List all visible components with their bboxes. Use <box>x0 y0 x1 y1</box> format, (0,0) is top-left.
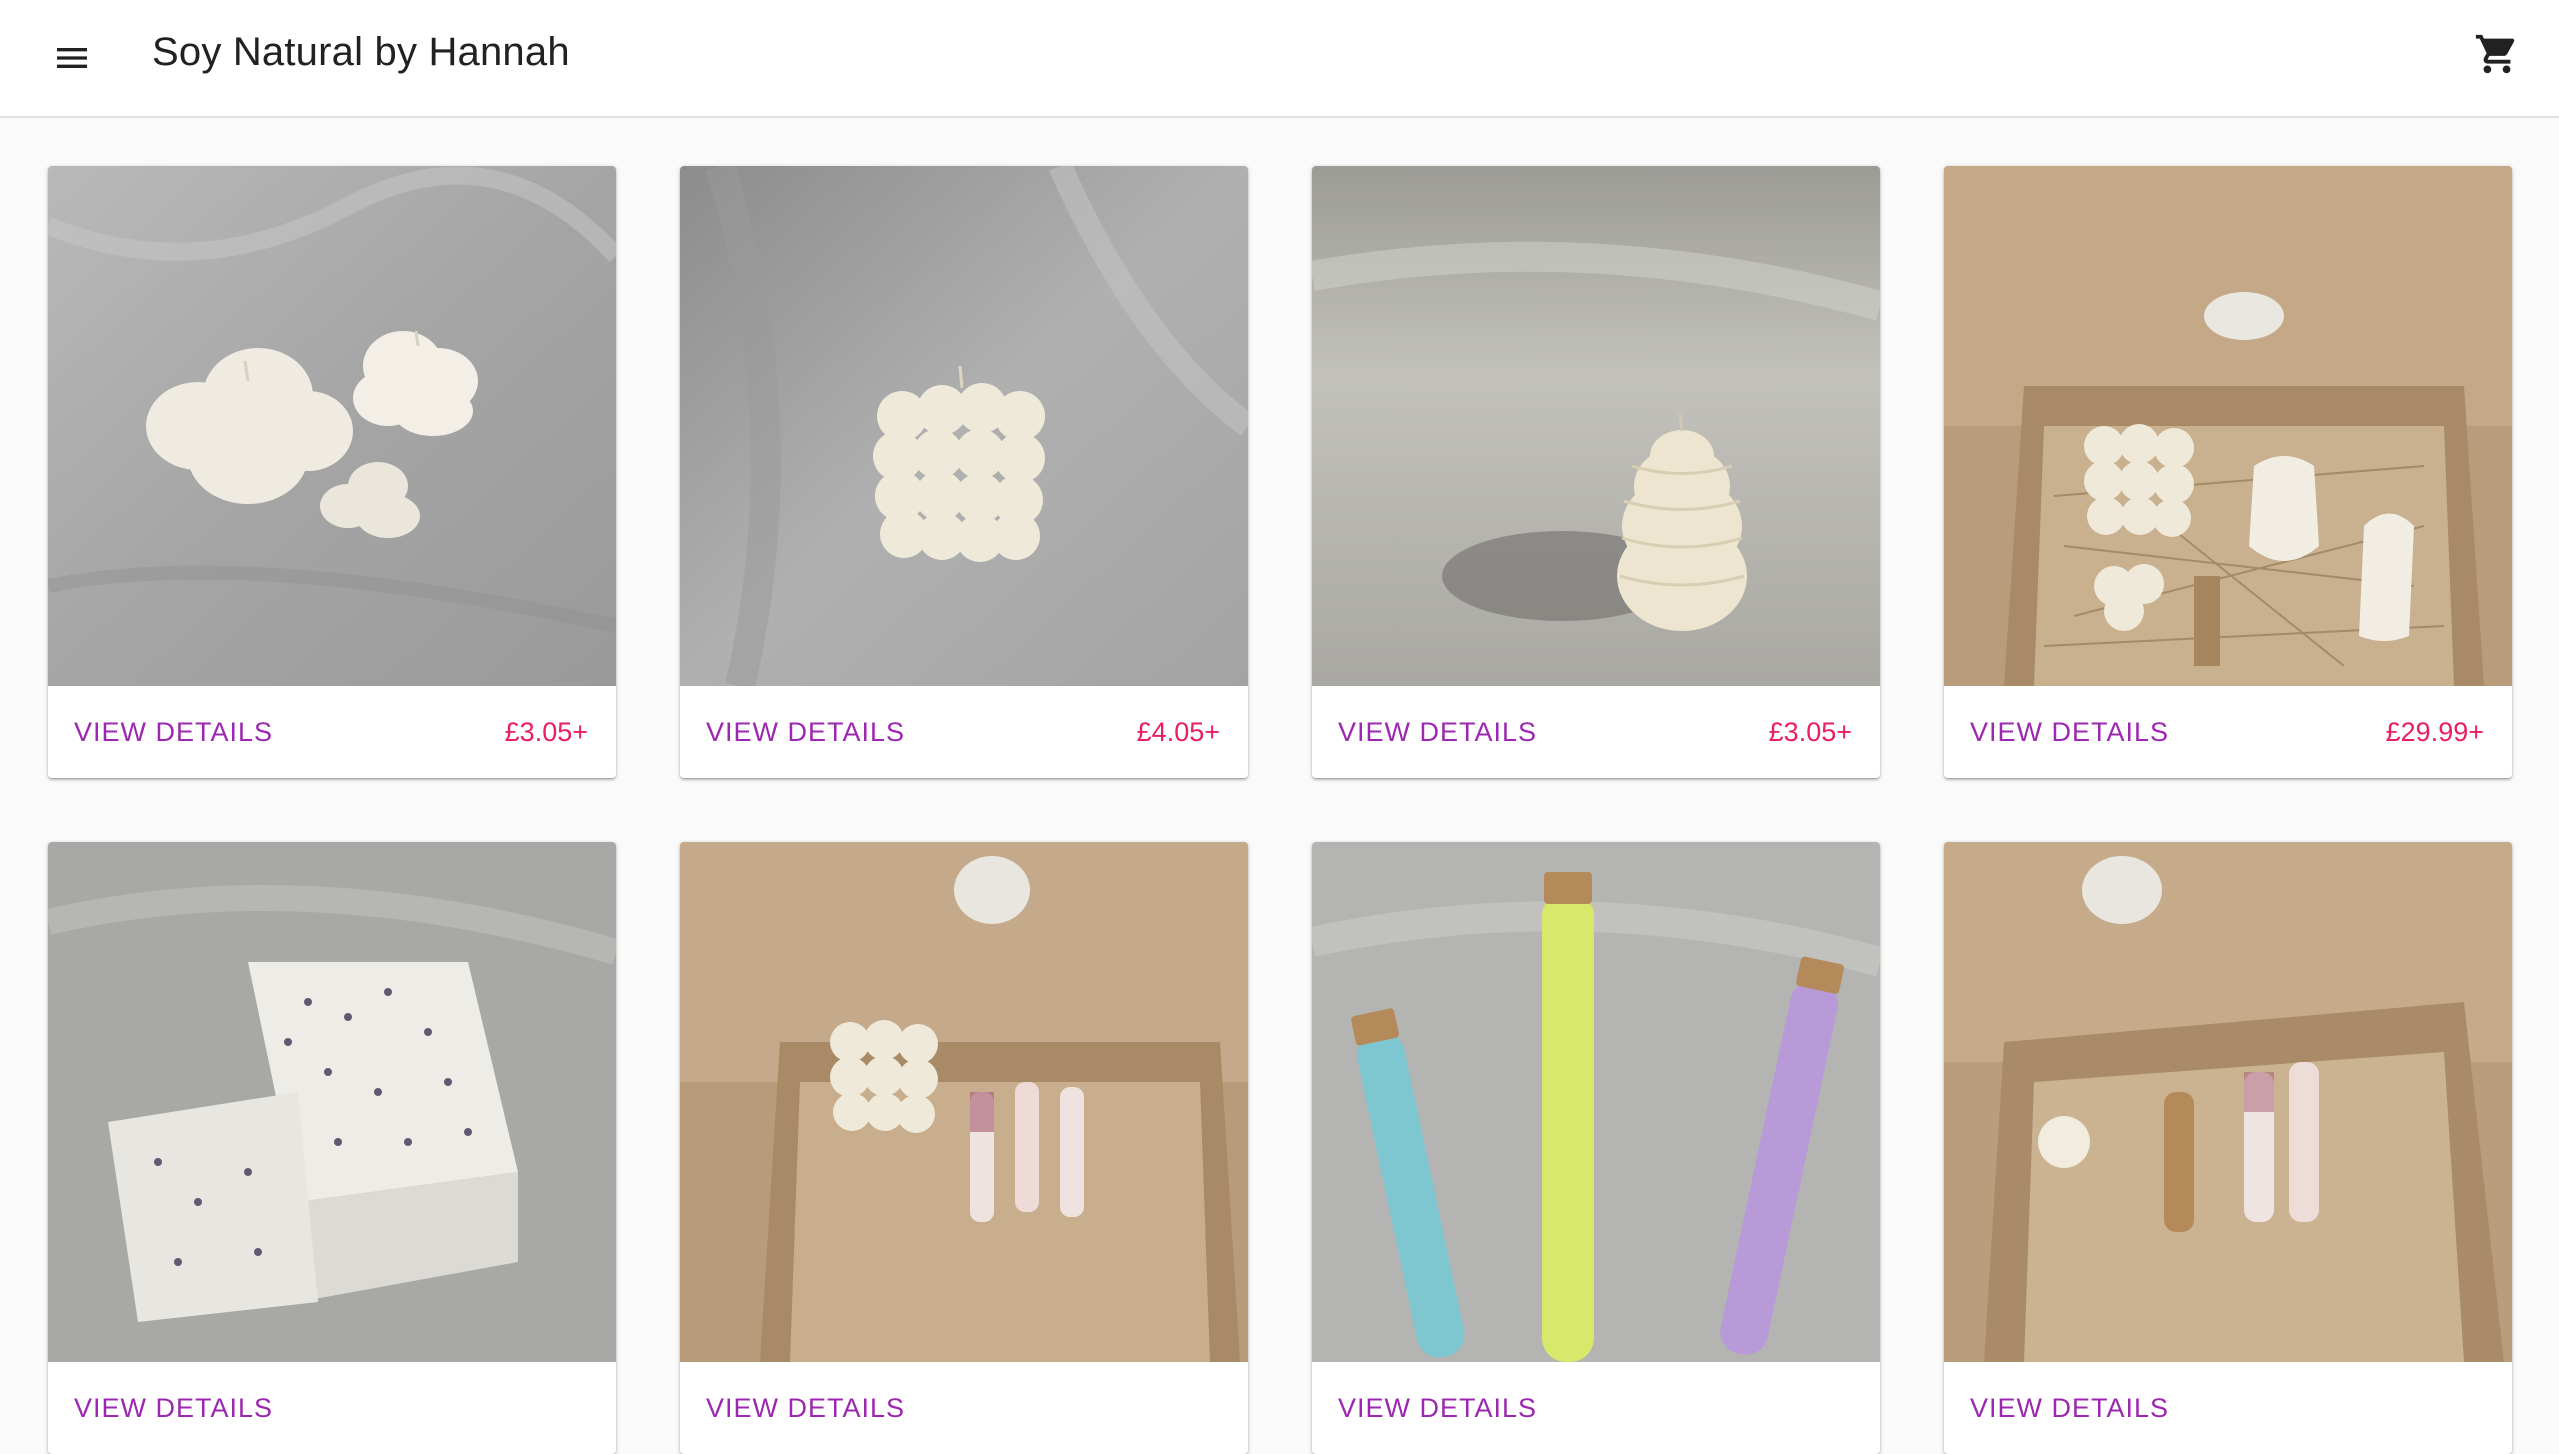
card-actions: VIEW DETAILS <box>1944 1362 2512 1454</box>
product-image[interactable] <box>1944 842 2512 1362</box>
view-details-button[interactable]: VIEW DETAILS <box>74 1385 273 1432</box>
card-actions: VIEW DETAILS <box>680 1362 1248 1454</box>
view-details-button[interactable]: VIEW DETAILS <box>1970 1385 2169 1432</box>
menu-button[interactable] <box>44 30 100 86</box>
card-actions: VIEW DETAILS £4.05+ <box>680 686 1248 778</box>
card-actions: VIEW DETAILS <box>48 1362 616 1454</box>
product-card: VIEW DETAILS £29.99+ <box>1944 166 2512 778</box>
product-price: £29.99+ <box>2385 716 2484 747</box>
product-image[interactable] <box>48 842 616 1362</box>
product-card: VIEW DETAILS £4.05+ <box>680 166 1248 778</box>
product-card: VIEW DETAILS £3.05+ <box>1312 166 1880 778</box>
product-image[interactable] <box>680 166 1248 686</box>
product-card: VIEW DETAILS <box>680 842 1248 1454</box>
product-card: VIEW DETAILS £3.05+ <box>48 166 616 778</box>
hamburger-menu-icon <box>57 48 87 68</box>
product-image[interactable] <box>680 842 1248 1362</box>
card-actions: VIEW DETAILS £3.05+ <box>48 686 616 778</box>
product-image[interactable] <box>1944 166 2512 686</box>
shopping-cart-icon <box>2475 34 2515 74</box>
product-card: VIEW DETAILS <box>48 842 616 1454</box>
view-details-button[interactable]: VIEW DETAILS <box>1970 709 2169 756</box>
view-details-button[interactable]: VIEW DETAILS <box>706 709 905 756</box>
product-card: VIEW DETAILS <box>1944 842 2512 1454</box>
product-image[interactable] <box>48 166 616 686</box>
view-details-button[interactable]: VIEW DETAILS <box>1338 709 1537 756</box>
card-actions: VIEW DETAILS £29.99+ <box>1944 686 2512 778</box>
product-card: VIEW DETAILS <box>1312 842 1880 1454</box>
site-title: Soy Natural by Hannah <box>152 30 570 74</box>
product-image[interactable] <box>1312 166 1880 686</box>
product-price: £4.05+ <box>1136 716 1220 747</box>
view-details-button[interactable]: VIEW DETAILS <box>74 709 273 756</box>
cart-button[interactable] <box>2469 26 2525 82</box>
product-price: £3.05+ <box>1768 716 1852 747</box>
view-details-button[interactable]: VIEW DETAILS <box>706 1385 905 1432</box>
app-bar: Soy Natural by Hannah <box>0 0 2559 118</box>
product-price: £3.05+ <box>504 716 588 747</box>
card-actions: VIEW DETAILS <box>1312 1362 1880 1454</box>
card-actions: VIEW DETAILS £3.05+ <box>1312 686 1880 778</box>
product-image[interactable] <box>1312 842 1880 1362</box>
view-details-button[interactable]: VIEW DETAILS <box>1338 1385 1537 1432</box>
